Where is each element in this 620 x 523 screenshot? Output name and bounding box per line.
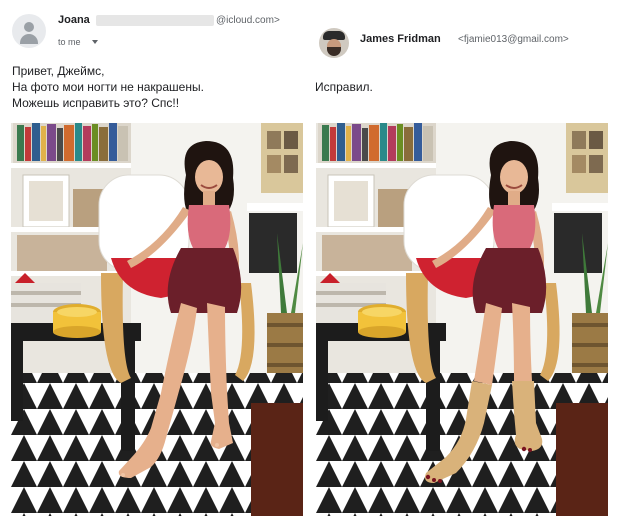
original-email-panel: Joana @icloud.com> to me Привет, Джеймс,… — [0, 0, 310, 523]
person-icon — [24, 22, 34, 32]
chevron-down-icon[interactable] — [92, 40, 98, 44]
sender-email: @icloud.com> — [216, 15, 280, 26]
redacted-email — [96, 15, 214, 26]
attached-photo-original[interactable] — [11, 123, 303, 516]
message-body: Исправил. — [315, 80, 373, 94]
message-body: Привет, Джеймс, На фото мои ногти не нак… — [12, 63, 204, 111]
sender-avatar[interactable] — [12, 14, 46, 48]
message-line: Привет, Джеймс, — [12, 64, 105, 78]
sender-name[interactable]: James Fridman — [360, 33, 441, 45]
recipient-label[interactable]: to me — [58, 37, 81, 47]
sender-name[interactable]: Joana — [58, 14, 90, 26]
reply-email-panel: James Fridman <fjamie013@gmail.com> Испр… — [310, 0, 620, 523]
message-line: На фото мои ногти не накрашены. — [12, 80, 204, 94]
message-line: Можешь исправить это? Спс!! — [12, 96, 180, 110]
sender-avatar[interactable] — [319, 28, 349, 58]
sender-email: <fjamie013@gmail.com> — [458, 34, 569, 45]
attached-photo-edited[interactable] — [316, 123, 608, 516]
